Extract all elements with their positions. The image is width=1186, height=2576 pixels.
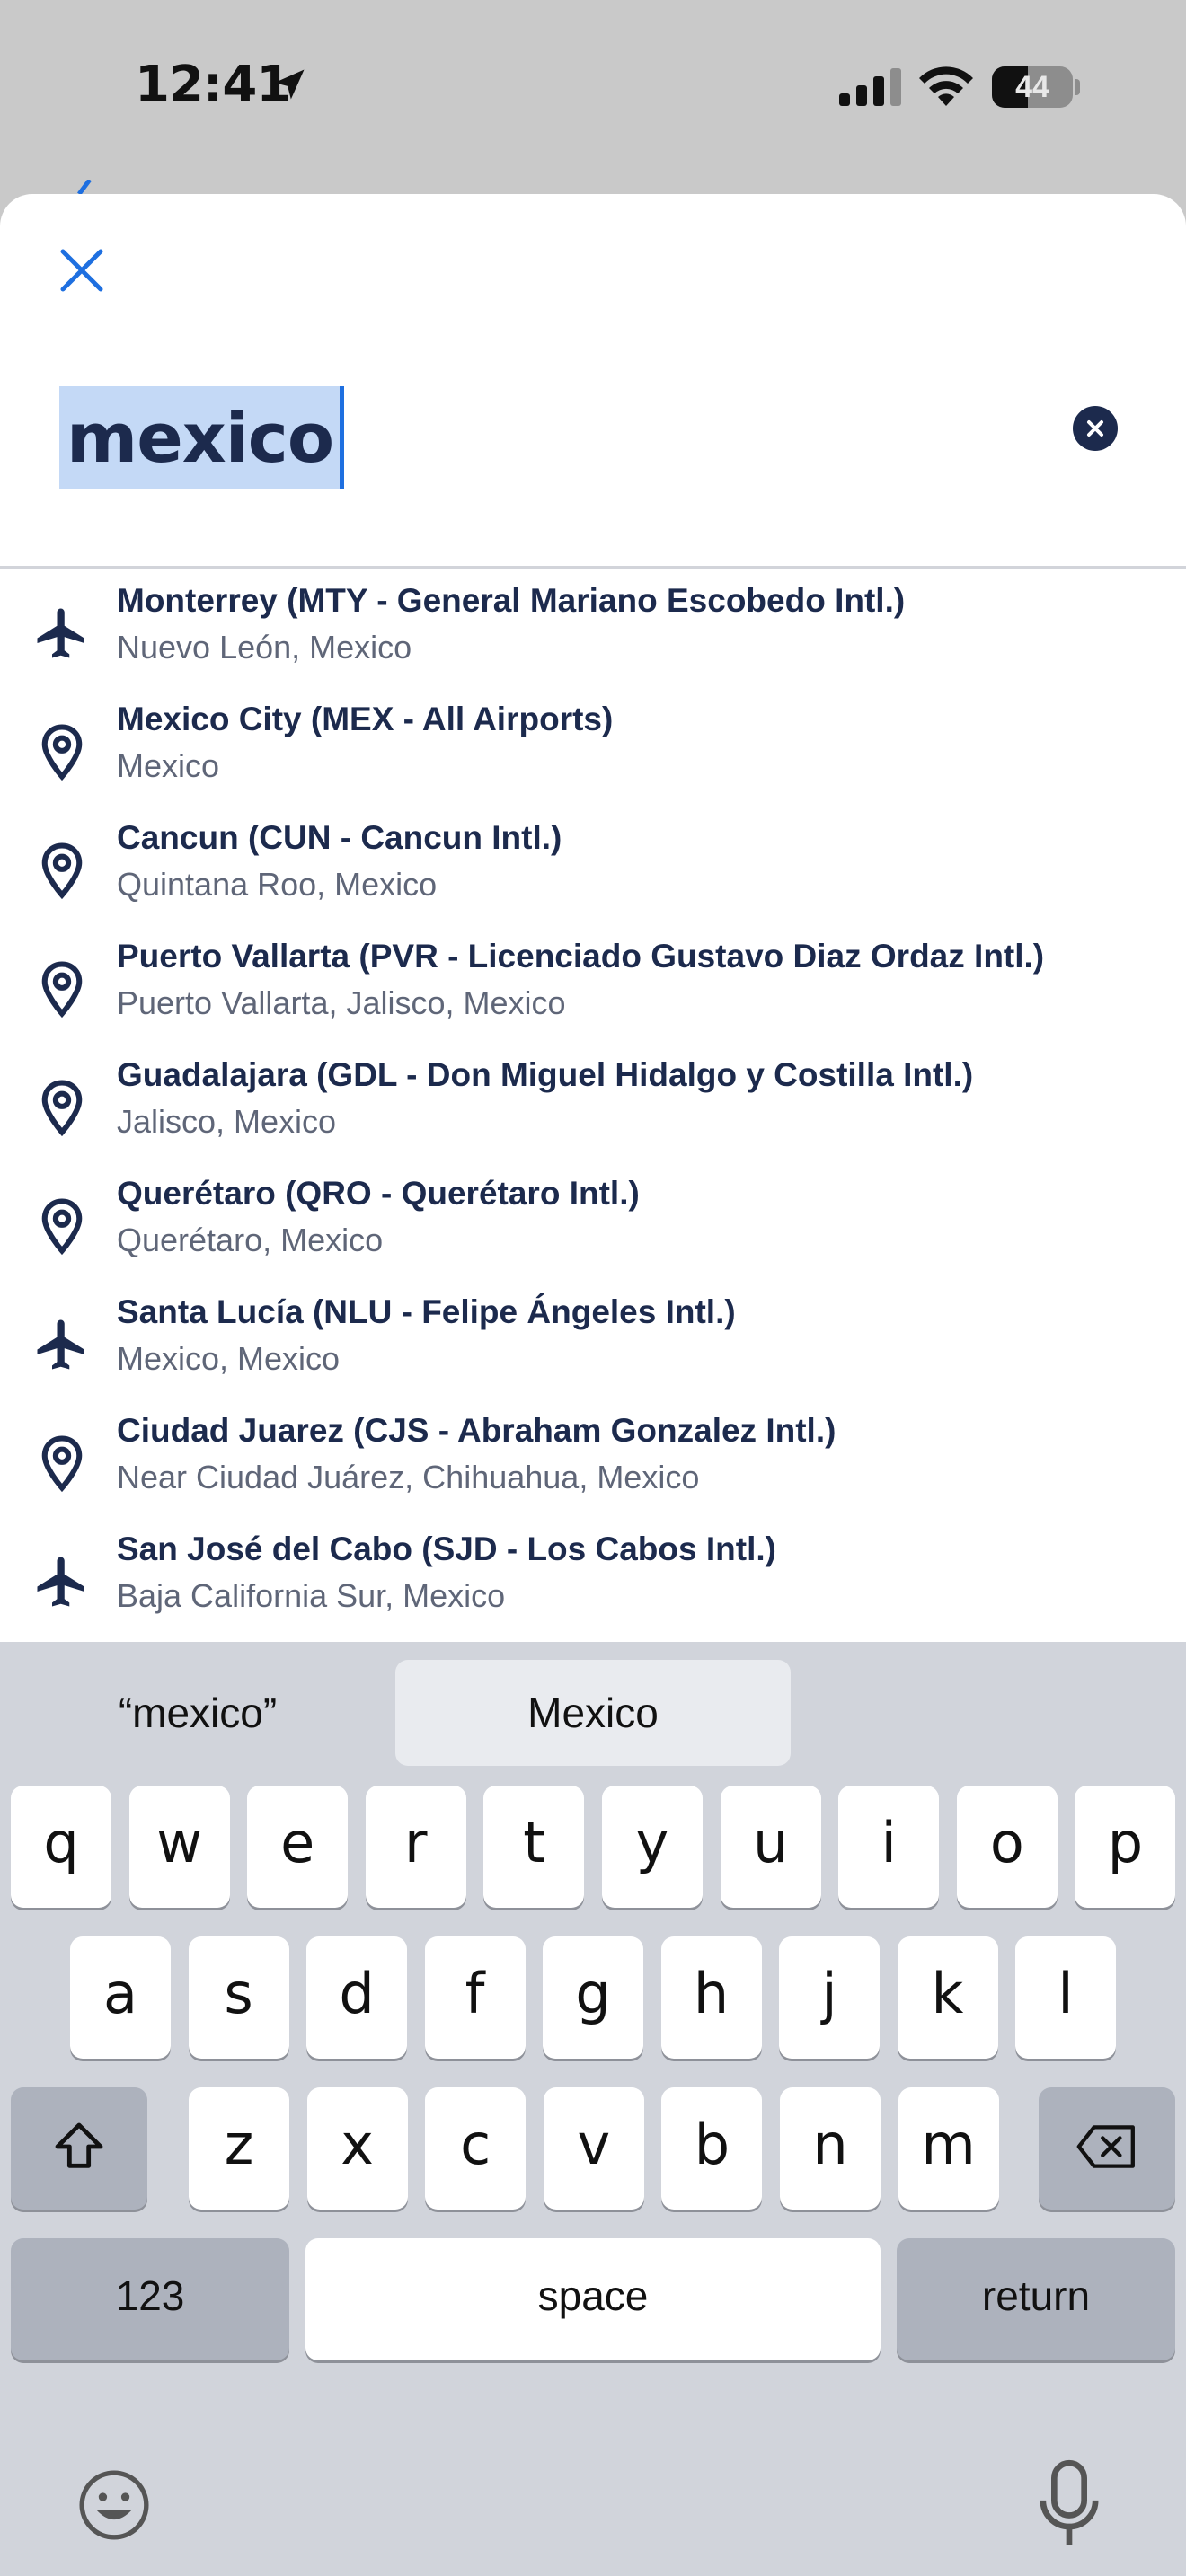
list-item[interactable]: Mexico City (MEX - All Airports) Mexico — [0, 688, 1186, 807]
result-subtitle: Mexico, Mexico — [117, 1340, 341, 1377]
location-arrow-icon — [274, 69, 305, 100]
result-subtitle: Baja California Sur, Mexico — [117, 1577, 506, 1614]
location-pin-icon — [41, 724, 83, 781]
result-title: Guadalajara (GDL - Don Miguel Hidalgo y … — [117, 1056, 974, 1093]
key-h[interactable]: h — [660, 1936, 762, 2059]
numbers-key[interactable]: 123 — [11, 2238, 289, 2360]
list-item[interactable]: Cancun (CUN - Cancun Intl.) Quintana Roo… — [0, 807, 1186, 925]
return-key[interactable]: return — [897, 2238, 1175, 2360]
list-item[interactable]: Querétaro (QRO - Querétaro Intl.) Querét… — [0, 1162, 1186, 1281]
text-caret — [340, 386, 345, 489]
key-m[interactable]: m — [898, 2087, 999, 2210]
key-c[interactable]: c — [425, 2087, 527, 2210]
space-key[interactable]: space — [305, 2238, 881, 2360]
result-title: Cancun (CUN - Cancun Intl.) — [117, 819, 562, 856]
result-title: San José del Cabo (SJD - Los Cabos Intl.… — [117, 1531, 776, 1567]
key-z[interactable]: z — [189, 2087, 289, 2210]
result-title: Santa Lucía (NLU - Felipe Ángeles Intl.) — [117, 1293, 736, 1330]
location-pin-icon — [41, 1198, 83, 1256]
result-title: Querétaro (QRO - Querétaro Intl.) — [117, 1175, 640, 1212]
key-t[interactable]: t — [483, 1786, 585, 1908]
suggestion-typed[interactable]: “mexico” — [36, 1660, 359, 1766]
battery-percent: 44 — [1015, 70, 1049, 104]
result-subtitle: Puerto Vallarta, Jalisco, Mexico — [117, 984, 566, 1021]
key-g[interactable]: g — [543, 1936, 643, 2059]
key-s[interactable]: s — [188, 1936, 289, 2059]
backspace-key[interactable] — [1039, 2087, 1175, 2210]
list-item[interactable]: Monterrey (MTY - General Mariano Escobed… — [0, 569, 1186, 688]
shift-icon — [55, 2122, 103, 2168]
search-selection: mexico — [59, 386, 345, 489]
key-k[interactable]: k — [897, 1936, 998, 2059]
list-item[interactable]: Guadalajara (GDL - Don Miguel Hidalgo y … — [0, 1044, 1186, 1162]
key-j[interactable]: j — [779, 1936, 880, 2059]
wifi-icon — [919, 66, 973, 106]
battery-cap — [1075, 79, 1080, 95]
key-r[interactable]: r — [365, 1786, 466, 1908]
result-subtitle: Near Ciudad Juárez, Chihuahua, Mexico — [117, 1459, 700, 1495]
key-q[interactable]: q — [11, 1786, 111, 1908]
status-time: 12:41 — [135, 56, 291, 114]
search-input-value[interactable]: mexico — [66, 398, 334, 478]
airplane-icon — [37, 608, 84, 658]
result-title: Puerto Vallarta (PVR - Licenciado Gustav… — [117, 938, 1045, 975]
location-pin-icon — [41, 1080, 83, 1137]
close-icon[interactable] — [54, 243, 110, 298]
signal-icon — [839, 68, 901, 106]
location-pin-icon — [41, 842, 83, 900]
battery-icon: 44 — [992, 66, 1073, 108]
results-list: Monterrey (MTY - General Mariano Escobed… — [0, 569, 1186, 1636]
key-a[interactable]: a — [70, 1936, 171, 2059]
keyboard: “mexico” Mexico 123 space return qwertyu… — [0, 1642, 1186, 2576]
clear-search-button[interactable] — [1073, 406, 1118, 451]
key-d[interactable]: d — [306, 1936, 407, 2059]
result-subtitle: Quintana Roo, Mexico — [117, 866, 438, 903]
result-title: Ciudad Juarez (CJS - Abraham Gonzalez In… — [117, 1412, 836, 1449]
suggestion-autocorrect[interactable]: Mexico — [395, 1660, 791, 1766]
key-x[interactable]: x — [306, 2087, 408, 2210]
key-w[interactable]: w — [128, 1786, 230, 1908]
result-title: Mexico City (MEX - All Airports) — [117, 701, 614, 737]
key-e[interactable]: e — [247, 1786, 349, 1908]
list-item[interactable]: San José del Cabo (SJD - Los Cabos Intl.… — [0, 1518, 1186, 1636]
key-b[interactable]: b — [661, 2087, 763, 2210]
airplane-icon — [37, 1319, 84, 1370]
list-item[interactable]: Ciudad Juarez (CJS - Abraham Gonzalez In… — [0, 1399, 1186, 1518]
result-subtitle: Mexico — [117, 747, 220, 784]
key-o[interactable]: o — [956, 1786, 1058, 1908]
key-f[interactable]: f — [424, 1936, 526, 2059]
list-item[interactable]: Santa Lucía (NLU - Felipe Ángeles Intl.)… — [0, 1281, 1186, 1399]
key-n[interactable]: n — [780, 2087, 881, 2210]
key-l[interactable]: l — [1015, 1936, 1116, 2059]
search-input[interactable]: mexico — [0, 365, 1186, 489]
key-y[interactable]: y — [602, 1786, 703, 1908]
key-p[interactable]: p — [1075, 1786, 1176, 1908]
divider — [0, 566, 1186, 569]
clear-x-icon — [1087, 420, 1103, 437]
list-item[interactable]: Puerto Vallarta (PVR - Licenciado Gustav… — [0, 925, 1186, 1044]
microphone-icon[interactable] — [1035, 2459, 1103, 2549]
result-subtitle: Nuevo León, Mexico — [117, 629, 412, 666]
airplane-icon — [37, 1557, 84, 1607]
result-subtitle: Jalisco, Mexico — [117, 1103, 337, 1140]
key-u[interactable]: u — [720, 1786, 821, 1908]
emoji-icon[interactable] — [75, 2466, 153, 2544]
result-subtitle: Querétaro, Mexico — [117, 1222, 384, 1258]
location-pin-icon — [41, 961, 83, 1019]
shift-key[interactable] — [11, 2087, 147, 2210]
location-pin-icon — [41, 1435, 83, 1493]
result-title: Monterrey (MTY - General Mariano Escobed… — [117, 582, 906, 619]
status-bar: 12:41 44 — [0, 0, 1186, 196]
key-v[interactable]: v — [543, 2087, 644, 2210]
key-i[interactable]: i — [838, 1786, 940, 1908]
backspace-icon — [1076, 2125, 1135, 2168]
search-sheet: mexico Monterrey (MTY - General Mariano … — [0, 194, 1186, 1642]
